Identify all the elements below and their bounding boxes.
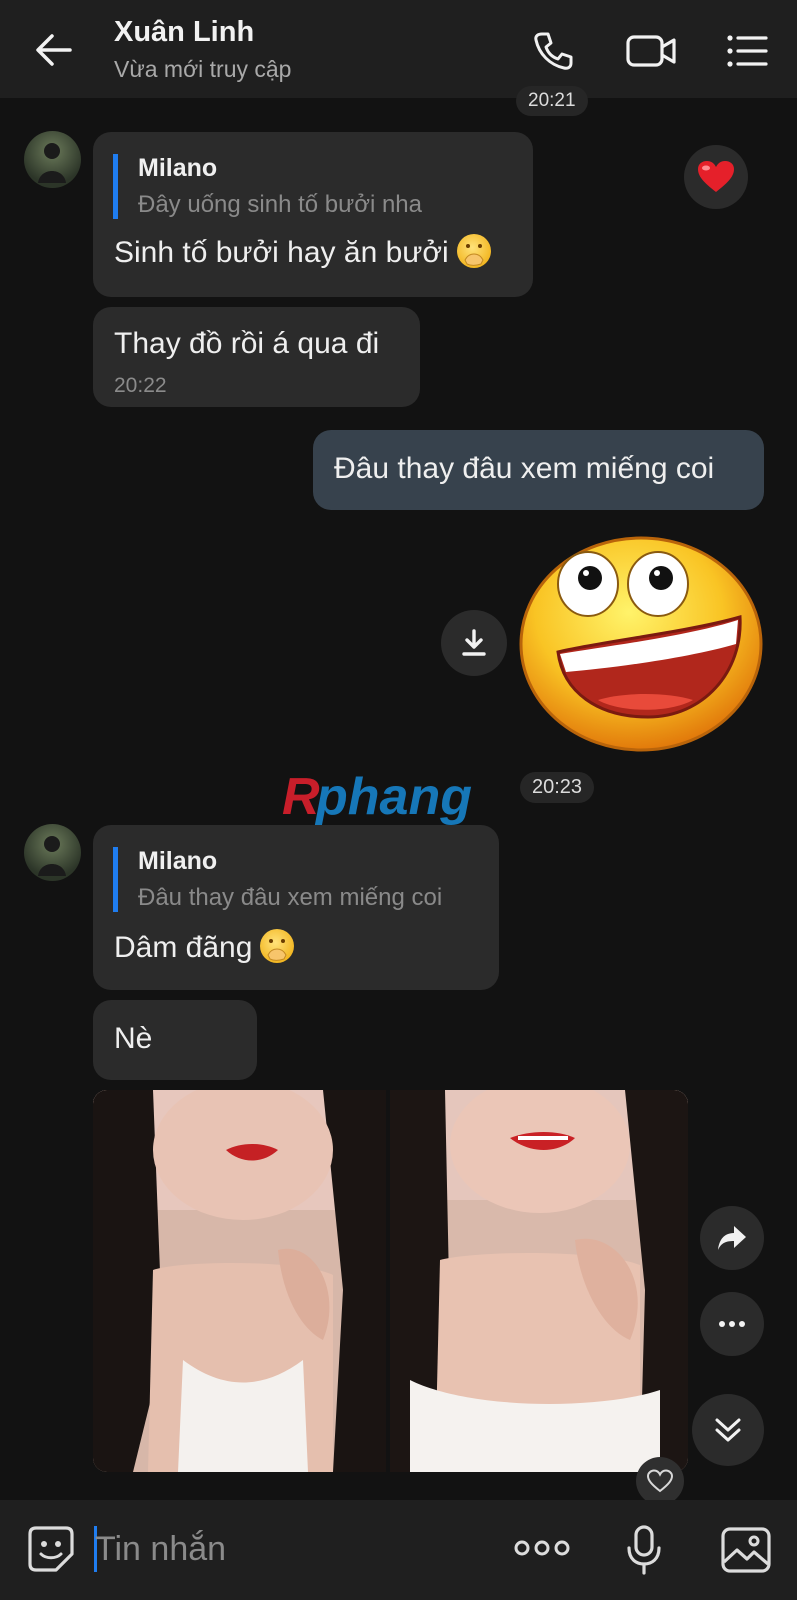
heart-outline-icon: [647, 1469, 673, 1493]
message-bubble-incoming[interactable]: Milano Đây uống sinh tố bưởi nha Sinh tố…: [93, 132, 533, 297]
message-bubble-incoming[interactable]: Milano Đâu thay đâu xem miếng coi Dâm đã…: [93, 825, 499, 990]
svg-text:phang: phang: [314, 768, 472, 826]
phone-call-icon[interactable]: [530, 28, 576, 74]
photo-attachment[interactable]: [390, 1090, 688, 1472]
message-input[interactable]: Tin nhắn: [95, 1530, 226, 1569]
more-horizontal-icon: [719, 1321, 745, 1327]
more-actions-icon[interactable]: [514, 1534, 570, 1562]
quote-author: Milano: [138, 847, 218, 875]
svg-text:R: R: [282, 768, 320, 826]
quote-text: Đây uống sinh tố bưởi nha: [138, 191, 422, 218]
sticker-emoji-icon[interactable]: [26, 1524, 76, 1574]
microphone-icon[interactable]: [624, 1524, 664, 1576]
heart-icon: [698, 161, 734, 192]
message-text: Nè: [114, 1022, 153, 1055]
reply-quote[interactable]: Milano Đâu thay đâu xem miếng coi: [113, 847, 442, 912]
message-time: 20:22: [114, 374, 167, 397]
back-arrow-icon[interactable]: [30, 26, 78, 74]
reaction-badge[interactable]: [684, 145, 748, 209]
share-arrow-icon: [718, 1226, 746, 1250]
double-chevron-down-icon: [715, 1418, 741, 1442]
reply-quote[interactable]: Milano Đây uống sinh tố bưởi nha: [113, 154, 422, 219]
contact-status: Vừa mới truy cập: [114, 56, 292, 82]
chat-header: Xuân Linh Vừa mới truy cập: [0, 0, 797, 98]
message-text: Thay đồ rồi á qua đi: [114, 327, 380, 360]
message-text-line: Sinh tố bưởi hay ăn bưởi: [114, 234, 491, 270]
timestamp-divider: 20:23: [520, 772, 595, 803]
message-text: Sinh tố bưởi hay ăn bưởi: [114, 236, 449, 269]
video-call-icon[interactable]: [624, 28, 678, 74]
message-bubble-incoming[interactable]: Nè: [93, 1000, 257, 1080]
share-button[interactable]: [700, 1206, 764, 1270]
photo-attachment[interactable]: [93, 1090, 386, 1472]
more-options-button[interactable]: [700, 1292, 764, 1356]
menu-list-icon[interactable]: [724, 28, 770, 74]
watermark-logo: R phang: [282, 768, 472, 826]
message-text: Đâu thay đâu xem miếng coi: [334, 452, 715, 485]
timestamp-divider: 20:21: [516, 86, 588, 116]
message-bubble-outgoing[interactable]: Đâu thay đâu xem miếng coi: [313, 430, 764, 510]
message-bubble-incoming[interactable]: Thay đồ rồi á qua đi 20:22: [93, 307, 420, 407]
contact-name[interactable]: Xuân Linh: [114, 16, 254, 49]
contact-avatar[interactable]: [24, 824, 81, 881]
laughing-face-sticker[interactable]: [518, 532, 768, 754]
hand-over-mouth-emoji-icon: [456, 234, 491, 268]
download-button[interactable]: [441, 610, 507, 676]
react-button[interactable]: [636, 1457, 684, 1505]
scroll-to-bottom-button[interactable]: [692, 1394, 764, 1466]
image-gallery-icon[interactable]: [720, 1526, 772, 1574]
contact-avatar[interactable]: [24, 131, 81, 188]
quote-author: Milano: [138, 154, 218, 182]
message-text: Dâm đãng: [114, 931, 253, 964]
download-icon: [462, 629, 486, 656]
quote-text: Đâu thay đâu xem miếng coi: [138, 884, 443, 911]
message-text-line: Dâm đãng: [114, 929, 295, 965]
hand-over-mouth-emoji-icon: [260, 929, 295, 963]
